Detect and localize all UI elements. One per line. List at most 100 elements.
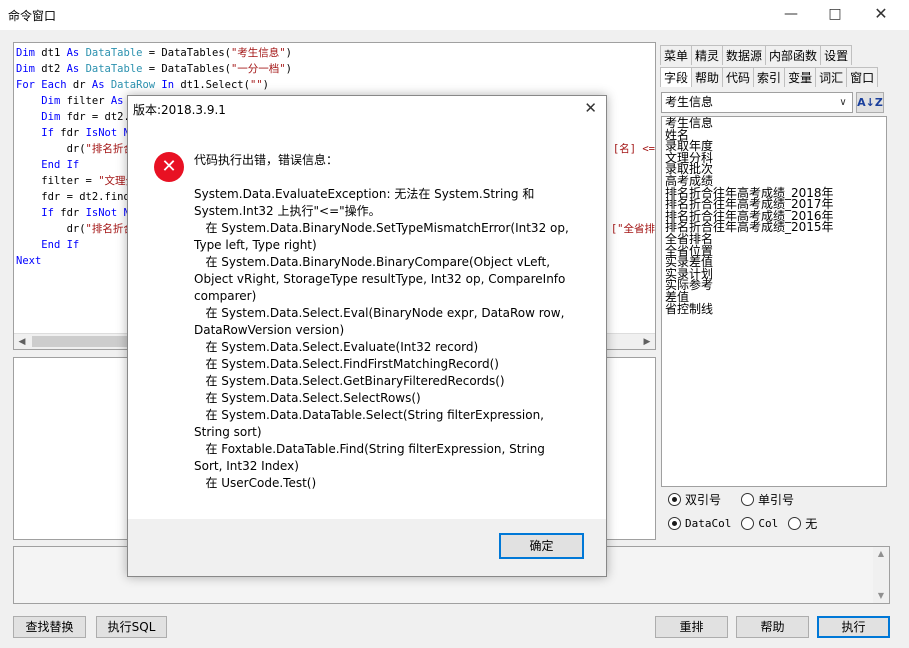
tab-索引[interactable]: 索引 <box>753 67 786 87</box>
error-stack-line: 在 System.Data.DataTable.Select(String fi… <box>194 408 548 439</box>
dialog-close-icon[interactable]: ✕ <box>584 99 597 117</box>
code-token: ) <box>285 47 292 59</box>
table-select[interactable]: 考生信息 ∨ <box>661 92 853 113</box>
tab-菜单[interactable]: 菜单 <box>660 45 693 65</box>
code-token: ) <box>262 79 269 91</box>
help-button[interactable]: 帮助 <box>736 616 809 638</box>
maximize-icon[interactable]: □ <box>812 0 858 30</box>
code-line: Dim dt1 As DataTable = DataTables("考生信息"… <box>16 45 655 61</box>
dialog-title-bar: 版本:2018.3.9.1 ✕ <box>128 96 606 122</box>
code-token: dt1.Select( <box>180 79 250 91</box>
radio-datacol[interactable]: DataCol <box>668 517 731 530</box>
code-token: DataRow <box>110 79 162 91</box>
code-overflow-fragment: [名] <= <box>612 141 655 157</box>
radio-double-quote[interactable]: 双引号 <box>668 491 721 508</box>
error-stack-line: 在 System.Data.Select.FindFirstMatchingRe… <box>194 357 499 371</box>
code-token: dt2 <box>41 63 67 75</box>
message-vertical-scrollbar[interactable]: ▲ ▼ <box>873 547 889 603</box>
field-list-item[interactable]: 实际参考 <box>665 280 883 292</box>
radio-label: 单引号 <box>758 493 795 507</box>
tab-设置[interactable]: 设置 <box>820 45 853 65</box>
tab-帮助[interactable]: 帮助 <box>691 67 724 87</box>
code-token: fdr = dt2.f <box>66 111 137 123</box>
minimize-icon[interactable]: — <box>768 0 814 30</box>
code-token: filter <box>66 95 111 107</box>
execute-button[interactable]: 执行 <box>817 616 890 638</box>
code-token: dr <box>72 79 92 91</box>
code-token: fdr = dt2.find( <box>16 191 137 203</box>
close-icon[interactable]: ✕ <box>858 0 904 30</box>
error-stack-line: 在 Foxtable.DataTable.Find(String filterE… <box>194 442 549 473</box>
radio-circle[interactable] <box>741 517 755 530</box>
radio-none[interactable]: 无 <box>788 515 817 532</box>
chevron-down-icon[interactable]: ∨ <box>836 93 850 112</box>
code-token: Next <box>16 255 42 267</box>
scroll-down-icon[interactable]: ▼ <box>873 589 889 603</box>
field-list-item[interactable]: 考生信息 <box>665 117 883 130</box>
scroll-up-icon[interactable]: ▲ <box>873 547 889 561</box>
scroll-left-icon[interactable]: ◀ <box>14 334 30 349</box>
code-token: Dim <box>16 63 42 75</box>
radio-circle-selected[interactable] <box>668 517 681 530</box>
radio-label: 双引号 <box>685 493 722 507</box>
code-token: End If <box>41 239 80 251</box>
code-token: filter = <box>16 175 99 187</box>
radio-circle[interactable] <box>741 493 755 506</box>
code-token: fdr <box>60 127 86 139</box>
error-stack-line: 在 System.Data.Select.Eval(BinaryNode exp… <box>194 306 569 337</box>
code-token: "" <box>249 79 263 91</box>
code-line: For Each dr As DataRow In dt1.Select("") <box>16 77 655 93</box>
ok-button[interactable]: 确定 <box>499 533 584 559</box>
tab-内部函数[interactable]: 内部函数 <box>765 45 822 65</box>
tab-字段[interactable]: 字段 <box>660 67 693 87</box>
execute-sql-button[interactable]: 执行SQL <box>96 616 167 638</box>
tab-词汇[interactable]: 词汇 <box>815 67 848 87</box>
radio-label: 无 <box>805 517 818 531</box>
code-token: dt1 <box>41 47 67 59</box>
tab-代码[interactable]: 代码 <box>722 67 755 87</box>
radio-circle[interactable] <box>788 517 802 530</box>
error-stack-line: 在 UserCode.Test() <box>194 476 317 490</box>
field-list-item[interactable]: 省控制线 <box>665 303 883 316</box>
side-tabs-row-1: 菜单 精灵 数据源 内部函数 设置 <box>660 45 853 65</box>
tab-窗口[interactable]: 窗口 <box>846 67 879 87</box>
error-stack-line: 在 System.Data.Select.Evaluate(Int32 reco… <box>194 340 479 354</box>
tab-数据源[interactable]: 数据源 <box>722 45 767 65</box>
code-token: DataTable <box>85 47 143 59</box>
reorder-button[interactable]: 重排 <box>655 616 728 638</box>
scroll-right-icon[interactable]: ▶ <box>639 334 655 349</box>
code-token: "一分一档" <box>230 63 286 75</box>
radio-col[interactable]: Col <box>741 517 778 530</box>
code-token: = DataTables( <box>142 63 231 75</box>
code-token: In <box>161 79 181 91</box>
code-token: dr( <box>16 143 86 155</box>
sort-az-button[interactable]: A↓Z <box>856 92 884 113</box>
dialog-title: 版本:2018.3.9.1 <box>133 103 226 117</box>
code-token: dr( <box>16 223 86 235</box>
error-stack-line: 在 System.Data.Select.GetBinaryFilteredRe… <box>194 374 505 388</box>
tab-精灵[interactable]: 精灵 <box>691 45 724 65</box>
error-stack-line: 在 System.Data.BinaryNode.BinaryCompare(O… <box>194 255 570 303</box>
error-stack-line: System.Data.EvaluateException: 无法在 Syste… <box>194 187 539 218</box>
error-dialog: 版本:2018.3.9.1 ✕ ✕ 代码执行出错，错误信息： System.Da… <box>127 95 607 577</box>
window-title: 命令窗口 <box>8 9 57 23</box>
code-token: = DataTables( <box>142 47 231 59</box>
error-message: 代码执行出错，错误信息： System.Data.EvaluateExcepti… <box>194 152 574 492</box>
code-token: As <box>66 47 86 59</box>
column-options: DataCol Col 无 <box>668 515 827 532</box>
error-icon: ✕ <box>154 152 184 182</box>
tab-变量[interactable]: 变量 <box>784 67 817 87</box>
table-select-value: 考生信息 <box>665 95 714 109</box>
radio-single-quote[interactable]: 单引号 <box>741 491 794 508</box>
find-replace-button[interactable]: 查找替换 <box>13 616 86 638</box>
side-tabs-row-2: 字段 帮助 代码 索引 变量 词汇 窗口 <box>660 67 879 87</box>
code-token: Dim <box>16 47 42 59</box>
field-list[interactable]: 考生信息 姓名 录取年度 文理分科 录取批次 高考成绩 排名折合往年高考成绩_2018年 排名… <box>661 116 887 487</box>
radio-circle-selected[interactable] <box>668 493 681 506</box>
code-token: For Each <box>16 79 73 91</box>
